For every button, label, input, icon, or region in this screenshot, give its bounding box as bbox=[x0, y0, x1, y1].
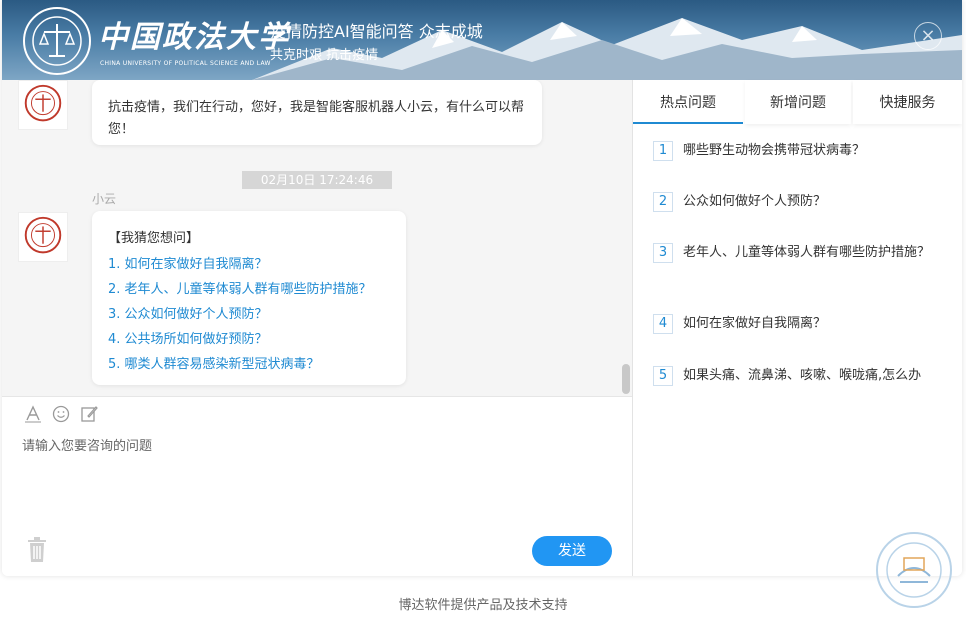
question-text: 如果头痛、流鼻涕、咳嗽、喉咙痛,怎么办 bbox=[683, 368, 922, 383]
message-input[interactable]: 请输入您要咨询的问题 bbox=[22, 435, 152, 454]
page-title: 疫情防控AI智能问答 众志成城 bbox=[270, 22, 483, 41]
chat-messages[interactable]: 抗击疫情，我们在行动，您好，我是智能客服机器人小云，有什么可以帮您！ 02月10… bbox=[2, 80, 632, 396]
message-timestamp: 02月10日 17:24:46 bbox=[242, 171, 392, 189]
faq-panel: 热点问题 新增问题 快捷服务 1 哪些野生动物会携带冠状病毒？ 2 公众如何做好个人… bbox=[633, 80, 962, 576]
question-text: 公众如何做好个人预防？ bbox=[683, 194, 827, 209]
question-number: 1 bbox=[653, 141, 673, 161]
university-seal-icon bbox=[23, 7, 91, 75]
suggested-question-link[interactable]: 2. 老年人、儿童等体弱人群有哪些防护措施？ bbox=[108, 277, 390, 302]
greeting-message: 抗击疫情，我们在行动，您好，我是智能客服机器人小云，有什么可以帮您！ bbox=[92, 80, 542, 145]
chat-scrollbar[interactable] bbox=[622, 364, 630, 394]
font-icon[interactable] bbox=[24, 405, 42, 423]
bot-avatar-icon bbox=[18, 80, 68, 130]
message-input-area: 请输入您要咨询的问题 发送 bbox=[2, 396, 632, 576]
guess-message: 【我猜您想问】 1. 如何在家做好自我隔离？ 2. 老年人、儿童等体弱人群有哪些… bbox=[92, 211, 406, 385]
hot-question-item[interactable]: 5 如果头痛、流鼻涕、咳嗽、喉咙痛,怎么办 bbox=[653, 365, 948, 386]
trash-icon[interactable] bbox=[26, 537, 48, 563]
close-icon: × bbox=[920, 25, 936, 46]
university-logo-subtitle: CHINA UNIVERSITY OF POLITICAL SCIENCE AN… bbox=[100, 60, 271, 67]
question-number: 3 bbox=[653, 243, 673, 263]
tab-quick-service[interactable]: 快捷服务 bbox=[853, 80, 962, 124]
hot-question-item[interactable]: 3 老年人、儿童等体弱人群有哪些防护措施？ bbox=[653, 242, 948, 263]
guess-title: 【我猜您想问】 bbox=[108, 231, 200, 246]
question-number: 5 bbox=[653, 366, 673, 386]
question-number: 4 bbox=[653, 314, 673, 334]
question-number: 2 bbox=[653, 192, 673, 212]
header-banner: 中国政法大学 CHINA UNIVERSITY OF POLITICAL SCI… bbox=[2, 0, 962, 80]
suggested-question-link[interactable]: 4. 公共场所如何做好预防？ bbox=[108, 327, 390, 352]
bot-avatar-icon bbox=[18, 212, 68, 262]
university-logo-text: 中国政法大学 bbox=[98, 20, 290, 55]
tab-new-questions[interactable]: 新增问题 bbox=[745, 80, 851, 124]
chat-window: 中国政法大学 CHINA UNIVERSITY OF POLITICAL SCI… bbox=[2, 0, 962, 576]
question-text: 哪些野生动物会携带冠状病毒？ bbox=[683, 143, 866, 158]
question-text: 老年人、儿童等体弱人群有哪些防护措施？ bbox=[683, 245, 931, 260]
send-button[interactable]: 发送 bbox=[532, 536, 612, 566]
hot-question-item[interactable]: 4 如何在家做好自我隔离？ bbox=[653, 313, 948, 334]
hot-question-item[interactable]: 1 哪些野生动物会携带冠状病毒？ bbox=[653, 140, 948, 161]
footer-credit: 博达软件提供产品及技术支持 bbox=[398, 598, 568, 613]
tab-hot-questions[interactable]: 热点问题 bbox=[633, 80, 743, 124]
suggested-question-link[interactable]: 1. 如何在家做好自我隔离？ bbox=[108, 252, 390, 277]
suggested-question-link[interactable]: 5. 哪类人群容易感染新型冠状病毒？ bbox=[108, 352, 390, 377]
suggested-question-link[interactable]: 3. 公众如何做好个人预防？ bbox=[108, 302, 390, 327]
edit-icon[interactable] bbox=[80, 405, 98, 423]
hot-question-item[interactable]: 2 公众如何做好个人预防？ bbox=[653, 191, 948, 212]
sender-name: 小云 bbox=[92, 192, 117, 206]
emoji-icon[interactable] bbox=[52, 405, 70, 423]
faq-tabs: 热点问题 新增问题 快捷服务 bbox=[633, 80, 962, 124]
close-button[interactable]: × bbox=[914, 22, 942, 50]
question-text: 如何在家做好自我隔离？ bbox=[683, 316, 827, 331]
page-subtitle: 共克时艰 抗击疫情 bbox=[270, 48, 379, 63]
